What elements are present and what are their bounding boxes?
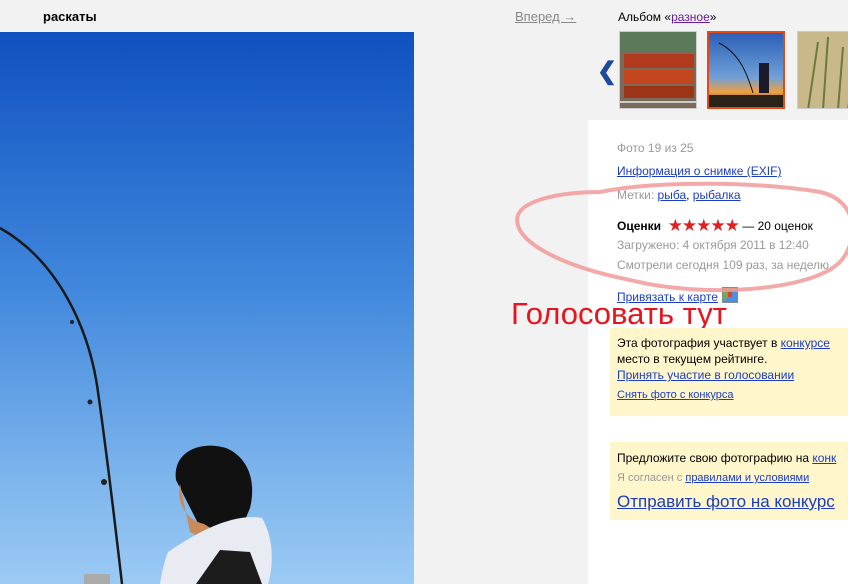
rules-link[interactable]: правилами и условиями	[685, 472, 809, 484]
submit-box: Предложите свою фотографию на конк Я сог…	[610, 442, 848, 520]
contest-box: Эта фотография участвует в конкурсе мест…	[610, 328, 848, 416]
contest-line1: Эта фотография участвует в конкурсе	[617, 336, 830, 350]
vote-annotation: Голосовать тут	[511, 296, 727, 331]
contest-link[interactable]: конкурсе	[781, 336, 830, 350]
contest-text: Эта фотография участвует в	[617, 336, 781, 350]
remove-from-contest-link[interactable]: Снять фото с конкурса	[617, 389, 734, 401]
agree-line: Я согласен с правилами и условиями	[617, 472, 809, 484]
contest-rating-text: место в текущем рейтинге.	[617, 352, 768, 366]
vote-link[interactable]: Принять участие в голосовании	[617, 368, 794, 382]
agree-text: Я согласен с	[617, 472, 686, 484]
submit-line1: Предложите свою фотографию на конк	[617, 451, 836, 465]
send-to-contest-link[interactable]: Отправить фото на конкурс	[617, 492, 835, 511]
submit-text: Предложите свою фотографию на	[617, 451, 813, 465]
submit-contest-link[interactable]: конк	[812, 451, 836, 465]
